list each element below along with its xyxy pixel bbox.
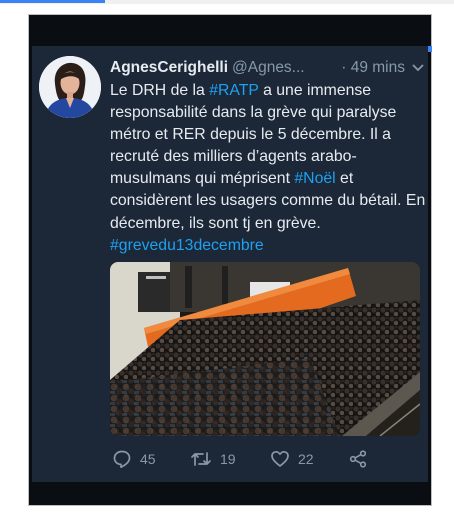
page-load-indicator	[0, 0, 105, 3]
tweet-photo[interactable]	[110, 262, 420, 436]
heart-icon	[271, 450, 289, 467]
tweet-actions: 45 19 22	[112, 446, 422, 472]
retweet-icon	[191, 452, 211, 466]
avatar[interactable]	[39, 56, 101, 118]
scrollbar-marker	[428, 46, 432, 52]
hashtag-noel[interactable]: #Noël	[294, 170, 335, 187]
share-button[interactable]	[348, 449, 368, 469]
tweet-text: Le DRH de la #RATP a une immense respons…	[110, 80, 426, 257]
like-button[interactable]: 22	[270, 449, 348, 469]
user-handle[interactable]: @Agnes...	[232, 59, 305, 77]
like-count: 22	[298, 451, 314, 467]
tweet-header: AgnesCerighelli @Agnes... · 49 mins	[110, 57, 425, 79]
reply-count: 45	[140, 451, 156, 467]
chevron-down-icon[interactable]	[411, 61, 425, 76]
share-icon	[349, 450, 367, 468]
display-name[interactable]: AgnesCerighelli	[110, 59, 228, 77]
reply-icon	[113, 450, 131, 469]
retweet-button[interactable]: 19	[190, 449, 270, 469]
reply-button[interactable]: 45	[112, 449, 190, 469]
retweet-count: 19	[220, 451, 236, 467]
tweet-text-part-1: Le DRH de la	[110, 82, 210, 99]
profile-photo	[39, 56, 101, 118]
hashtag-grevedu13decembre[interactable]: #grevedu13decembre	[110, 237, 264, 254]
crowded-platform-photo	[110, 262, 420, 436]
timestamp[interactable]: · 49 mins	[341, 59, 405, 77]
hashtag-ratp[interactable]: #RATP	[209, 82, 258, 99]
